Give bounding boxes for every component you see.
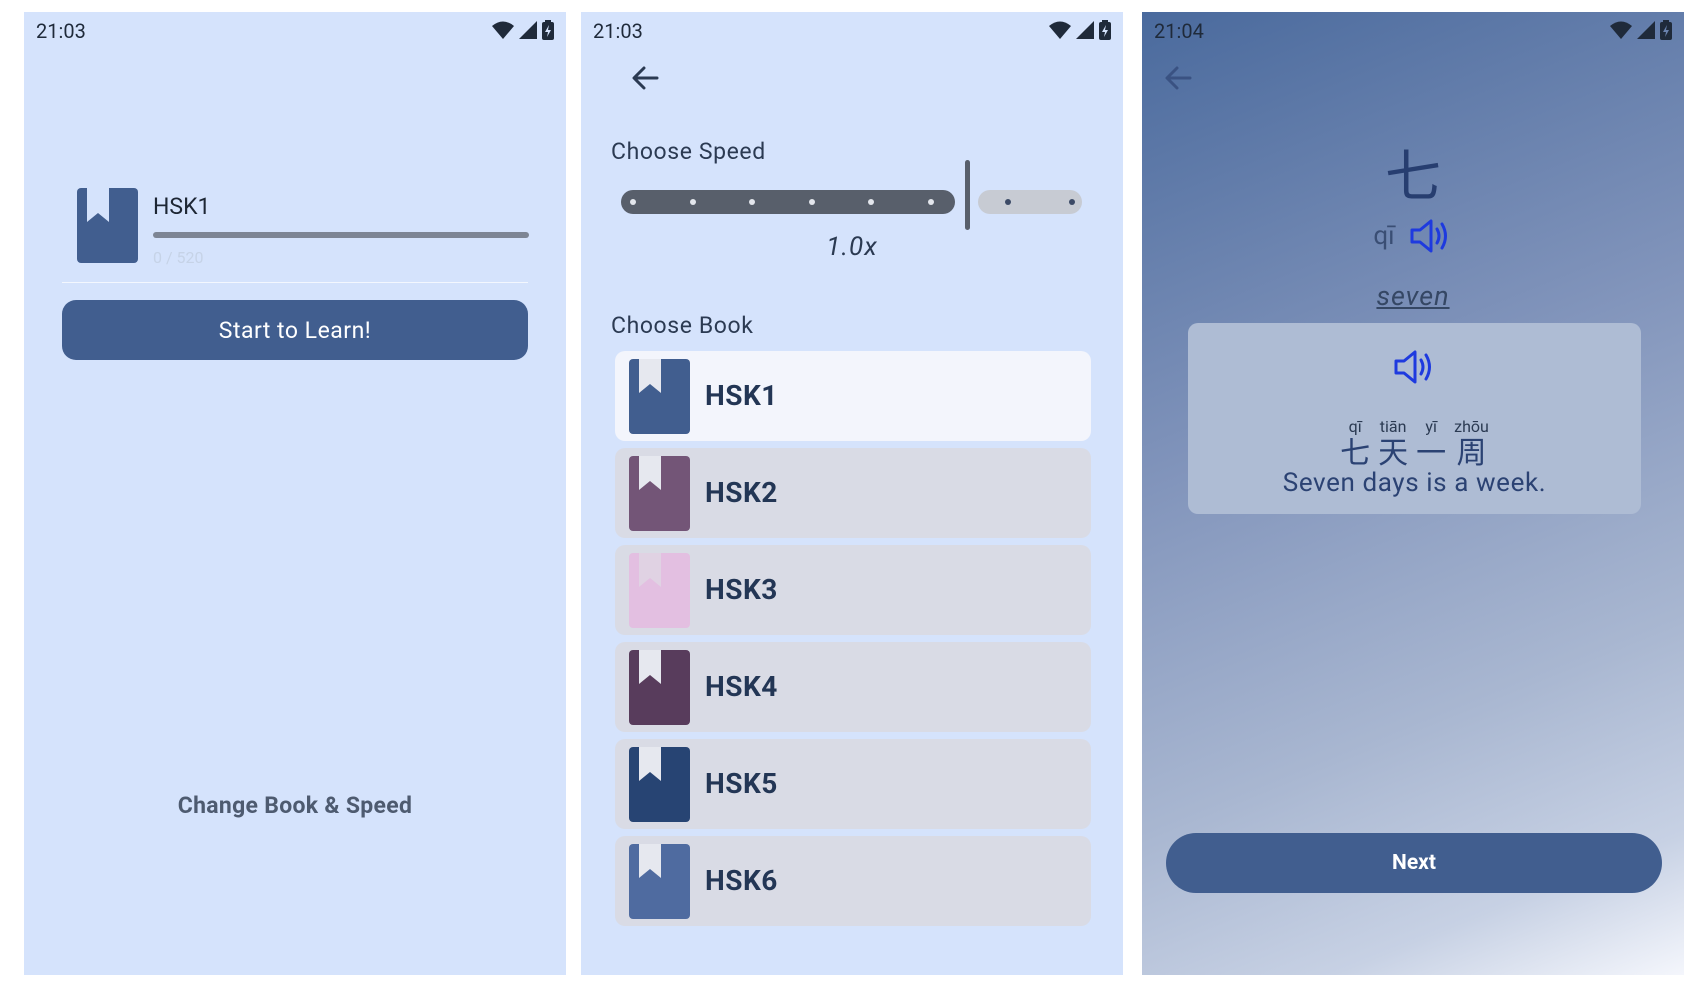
slider-track-active (621, 190, 955, 214)
book-heading: Choose Book (611, 312, 754, 339)
book-option-hsk3[interactable]: HSK3 (615, 545, 1091, 635)
battery-icon (1660, 20, 1672, 40)
speed-slider[interactable] (621, 160, 1083, 230)
signal-icon (1637, 21, 1655, 39)
slider-step-dot (1005, 199, 1011, 205)
word-meaning: seven (1376, 280, 1450, 312)
book-list: HSK1 HSK2 HSK3 HSK4 HSK5 HSK6 (615, 351, 1091, 933)
book-label: HSK4 (705, 670, 778, 703)
word-hanzi: 七 (1385, 144, 1441, 210)
ruby-char: qī 七 (1340, 417, 1370, 471)
book-label: HSK1 (705, 379, 778, 412)
book-option-hsk6[interactable]: HSK6 (615, 836, 1091, 926)
change-book-speed-button[interactable]: Change Book & Speed (24, 792, 566, 819)
bookmark-icon (629, 844, 690, 919)
book-label: HSK6 (705, 864, 778, 897)
wifi-icon (1610, 21, 1632, 39)
signal-icon (519, 21, 537, 39)
speaker-icon[interactable] (1393, 347, 1437, 387)
slider-step-dot (1069, 199, 1075, 205)
book-option-hsk1[interactable]: HSK1 (615, 351, 1091, 441)
status-bar: 21:04 (1142, 12, 1684, 48)
bookmark-icon (77, 188, 138, 263)
start-learn-button[interactable]: Start to Learn! (62, 300, 528, 360)
book-label: HSK5 (705, 767, 778, 800)
flashcard-screen: 21:04 七 qī seven qī 七 tiān 天 yī 一 zhōu 周… (1142, 12, 1684, 975)
ruby-hanzi: 七 (1340, 436, 1371, 471)
ruby-hanzi: 周 (1456, 436, 1487, 471)
progress-text: 0 / 520 (153, 248, 204, 267)
ruby-pinyin: yī (1425, 417, 1437, 436)
book-option-hsk5[interactable]: HSK5 (615, 739, 1091, 829)
slider-thumb[interactable] (965, 160, 970, 230)
ruby-char: zhōu 周 (1454, 417, 1489, 471)
ruby-hanzi: 一 (1416, 436, 1447, 471)
signal-icon (1076, 21, 1094, 39)
ruby-char: yī 一 (1416, 417, 1446, 471)
status-icons (1049, 20, 1111, 40)
word-pinyin: qī (1373, 221, 1395, 251)
bookmark-icon (629, 456, 690, 531)
battery-icon (542, 20, 554, 40)
bookmark-icon (629, 553, 690, 628)
book-title: HSK1 (153, 193, 211, 220)
wifi-icon (1049, 21, 1071, 39)
current-book-card[interactable]: HSK1 0 / 520 (77, 184, 552, 284)
speaker-icon[interactable] (1409, 216, 1453, 256)
divider (62, 282, 528, 283)
next-button[interactable]: Next (1166, 833, 1662, 893)
status-time: 21:03 (593, 19, 643, 43)
ruby-pinyin: zhōu (1454, 417, 1489, 436)
slider-step-dot (808, 199, 815, 205)
back-arrow-icon[interactable] (1164, 64, 1192, 92)
slider-track-inactive (978, 190, 1082, 214)
battery-icon (1099, 20, 1111, 40)
book-option-hsk2[interactable]: HSK2 (615, 448, 1091, 538)
status-bar: 21:03 (24, 12, 566, 48)
wifi-icon (492, 21, 514, 39)
ruby-pinyin: tiān (1379, 417, 1407, 436)
book-option-hsk4[interactable]: HSK4 (615, 642, 1091, 732)
bookmark-icon (629, 650, 690, 725)
status-time: 21:04 (1154, 19, 1204, 43)
ruby-hanzi: 天 (1378, 436, 1409, 471)
settings-screen: 21:03 Choose Speed 1.0x Choose Book HSK1… (581, 12, 1123, 975)
speed-value: 1.0x (826, 232, 878, 262)
status-time: 21:03 (36, 19, 86, 43)
ruby-pinyin: qī (1348, 417, 1362, 436)
example-translation: Seven days is a week. (1282, 468, 1547, 498)
example-card: qī 七 tiān 天 yī 一 zhōu 周 Seven days is a … (1188, 323, 1641, 514)
status-bar: 21:03 (581, 12, 1123, 48)
ruby-char: tiān 天 (1378, 417, 1408, 471)
slider-step-dot (689, 199, 696, 205)
bookmark-icon (629, 747, 690, 822)
bookmark-icon (629, 359, 690, 434)
pinyin-row: qī (1142, 216, 1684, 256)
back-arrow-icon[interactable] (631, 64, 659, 92)
status-icons (1610, 20, 1672, 40)
example-sentence: qī 七 tiān 天 yī 一 zhōu 周 (1188, 417, 1641, 471)
book-label: HSK3 (705, 573, 778, 606)
status-icons (492, 20, 554, 40)
progress-bar (153, 232, 529, 238)
book-label: HSK2 (705, 476, 778, 509)
home-screen: 21:03 HSK1 0 / 520 Start to Learn! Chang… (24, 12, 566, 975)
slider-step-dot (630, 199, 636, 205)
